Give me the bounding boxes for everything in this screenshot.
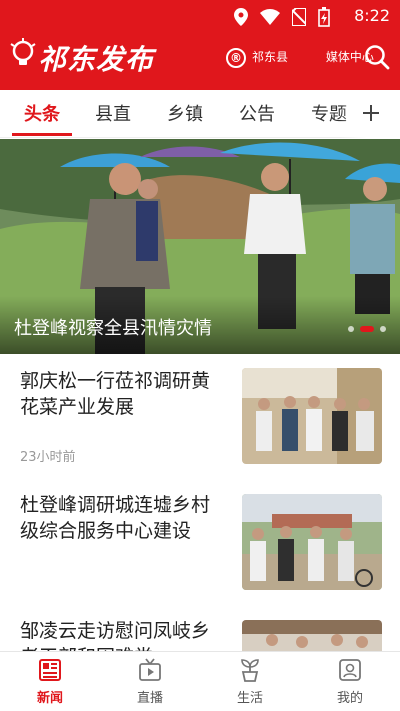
sprout-icon (241, 659, 259, 682)
no-sim-icon (292, 8, 306, 26)
news-item[interactable]: 邹凌云走访慰问凤岐乡老干部和困难党 (0, 606, 400, 651)
news-title: 邹凌云走访慰问凤岐乡老干部和困难党 (20, 620, 211, 651)
tab-headlines[interactable]: 头条 (24, 100, 60, 126)
lightbulb-logo-icon (10, 38, 36, 65)
carousel-dot[interactable] (348, 326, 354, 332)
media-center-brand: 祁东县 媒体中心 (252, 48, 374, 65)
nav-live[interactable]: 直播 (100, 652, 200, 711)
news-thumbnail (242, 620, 382, 651)
wifi-icon (260, 9, 280, 25)
location-icon (234, 8, 248, 26)
bottom-nav: 新闻 直播 生活 我的 (0, 651, 400, 711)
app-title: 祁东发布 (38, 43, 155, 76)
status-bar: 8:22 (0, 0, 400, 32)
profile-icon (339, 659, 361, 681)
news-item[interactable]: 郭庆松一行莅祁调研黄花菜产业发展 23小时前 (0, 354, 400, 479)
app-root: 8:22 祁东发布 ® 祁东县 媒体中心 头条 县直 乡镇 公告 专题 杜登峰视… (0, 0, 400, 711)
app-bar: 祁东发布 ® 祁东县 媒体中心 (0, 34, 400, 86)
status-time: 8:22 (354, 6, 390, 25)
status-icons (234, 7, 330, 27)
nav-news[interactable]: 新闻 (0, 652, 100, 711)
hero-banner[interactable]: 杜登峰视察全县汛情灾情 (0, 139, 400, 354)
news-title: 杜登峰调研城连墟乡村级综合服务中心建设 (20, 494, 211, 542)
search-icon[interactable] (364, 44, 390, 70)
news-title: 郭庆松一行莅祁调研黄花菜产业发展 (20, 370, 211, 418)
app-header: 8:22 祁东发布 ® 祁东县 媒体中心 (0, 0, 400, 90)
news-thumbnail (242, 368, 382, 464)
news-thumbnail (242, 494, 382, 590)
carousel-dot[interactable] (380, 326, 386, 332)
news-icon (39, 659, 61, 681)
nav-label: 新闻 (36, 691, 63, 706)
nav-label: 生活 (236, 691, 263, 706)
nav-label: 直播 (136, 691, 163, 706)
nav-label: 我的 (336, 691, 363, 706)
carousel-dot-active[interactable] (360, 326, 374, 332)
channel-tabs: 头条 县直 乡镇 公告 专题 (0, 90, 400, 138)
brand-mark-icon: ® (226, 48, 246, 68)
news-time: 23小时前 (20, 450, 76, 465)
tab-notices[interactable]: 公告 (239, 100, 275, 126)
news-item[interactable]: 杜登峰调研城连墟乡村级综合服务中心建设 (0, 480, 400, 605)
carousel-indicator (348, 326, 386, 332)
hero-title: 杜登峰视察全县汛情灾情 (14, 318, 212, 339)
add-channel-icon[interactable] (362, 104, 380, 122)
battery-charging-icon (318, 7, 330, 27)
tab-towns[interactable]: 乡镇 (167, 100, 203, 126)
tv-icon (139, 658, 161, 681)
active-tab-indicator (12, 133, 72, 136)
tab-county[interactable]: 县直 (95, 100, 131, 126)
brand-name: 祁东县 (252, 50, 289, 64)
nav-mine[interactable]: 我的 (300, 652, 400, 711)
nav-life[interactable]: 生活 (200, 652, 300, 711)
